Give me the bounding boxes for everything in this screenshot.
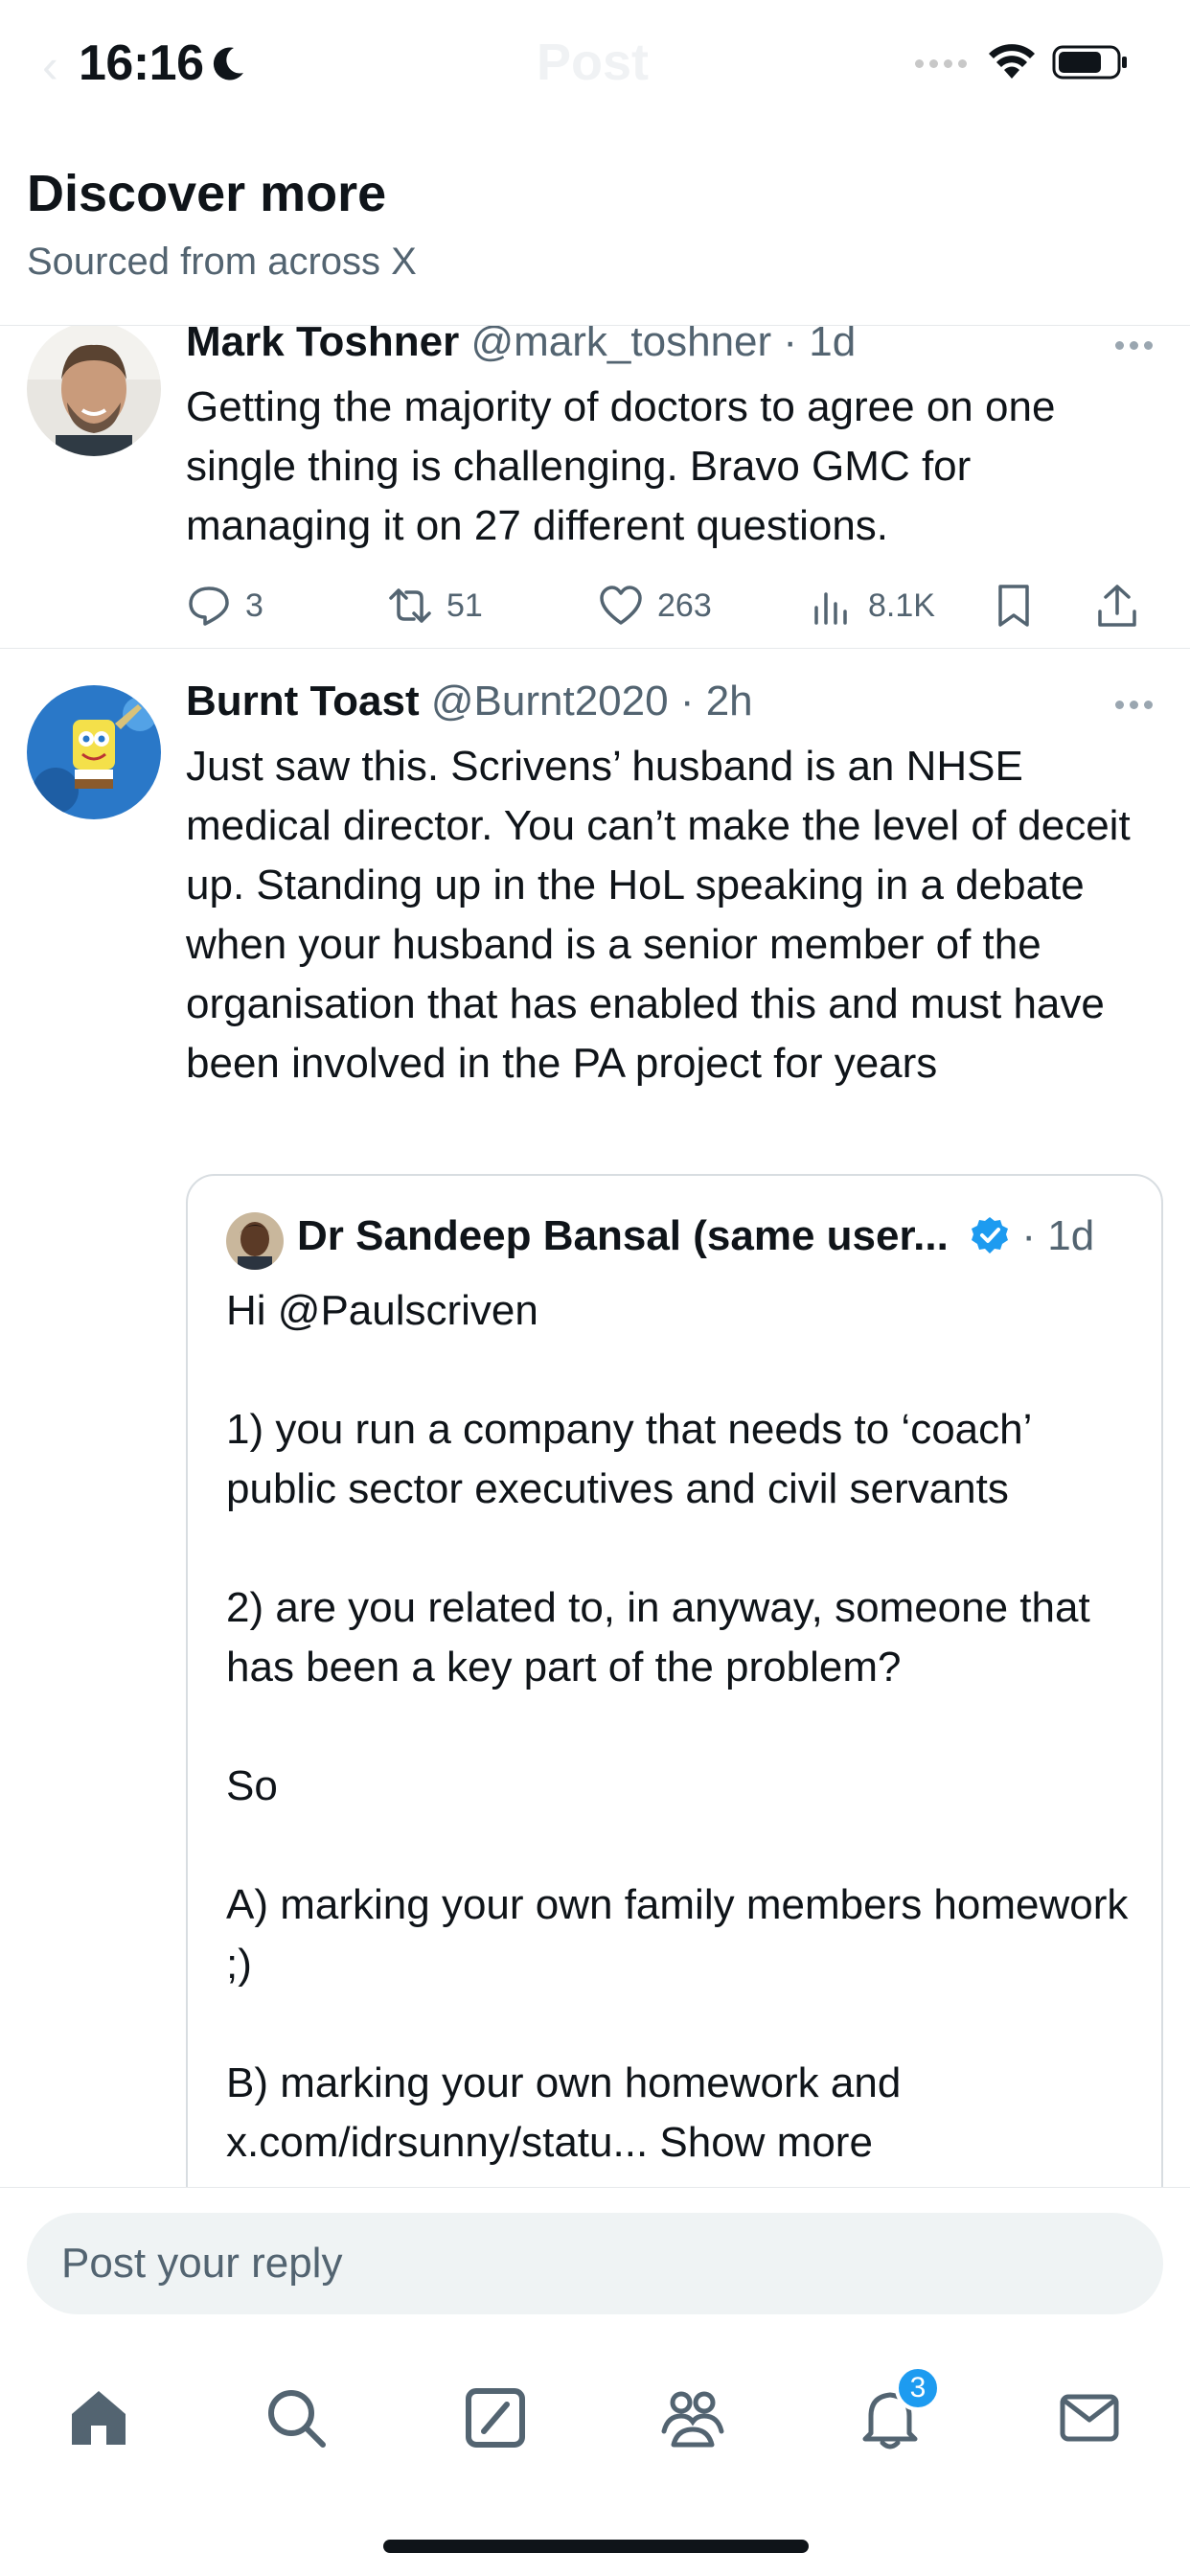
tweet-actions: 3 51 263 8.1K [186, 583, 1163, 640]
battery-icon [1052, 45, 1127, 80]
quote-time[interactable]: 1d [1047, 1212, 1094, 1259]
status-time: 16:16 [79, 35, 204, 91]
tweet-card[interactable]: Burnt Toast @Burnt2020 · 2h Just saw thi… [0, 649, 1190, 2187]
repost-button[interactable]: 51 [387, 583, 483, 629]
moon-icon [213, 47, 243, 80]
separator-dot: · [783, 326, 798, 365]
tweet-header: Burnt Toast @Burnt2020 · 2h [186, 678, 753, 725]
bottom-tab-bar: 3 [0, 2321, 1190, 2576]
grok-icon [466, 2388, 525, 2448]
post-time[interactable]: 2h [706, 678, 753, 724]
tab-communities[interactable] [650, 2375, 736, 2461]
tab-messages[interactable] [1046, 2375, 1133, 2461]
reply-icon [189, 586, 229, 626]
notifications-badge: 3 [895, 2365, 941, 2411]
heart-icon [600, 586, 642, 625]
section-title: Discover more [27, 165, 387, 222]
repost-count: 51 [446, 586, 483, 624]
ghost-page-title: Post [537, 34, 650, 91]
tweet-header: Mark Toshner @mark_toshner · 1d [186, 326, 856, 366]
quote-text: Hi @Paulscriven 1) you run a company tha… [226, 1281, 1146, 2173]
verified-badge-icon [972, 1217, 1009, 1254]
messages-icon [1060, 2394, 1119, 2442]
view-count: 8.1K [868, 586, 935, 624]
separator-dot: · [679, 678, 695, 724]
like-button[interactable]: 263 [598, 583, 712, 629]
communities-icon [661, 2391, 724, 2448]
tab-grok[interactable] [452, 2375, 538, 2461]
share-button[interactable] [1094, 583, 1140, 629]
reply-button[interactable]: 3 [186, 583, 263, 629]
quoted-tweet-card[interactable]: Dr Sandeep Bansal (same user... · 1d Hi … [186, 1174, 1163, 2187]
search-icon [268, 2390, 326, 2448]
views-button[interactable]: 8.1K [809, 583, 935, 629]
more-options-icon[interactable] [1115, 341, 1153, 350]
views-chart-icon [814, 592, 847, 625]
bookmark-button[interactable] [991, 583, 1037, 629]
author-handle[interactable]: @Burnt2020 [431, 678, 669, 724]
bookmark-icon [998, 585, 1029, 627]
reply-count: 3 [245, 586, 263, 624]
like-count: 263 [657, 586, 712, 624]
repost-icon [389, 588, 431, 623]
discover-header: Discover more Sourced from across X [0, 129, 1190, 326]
feed[interactable]: Mark Toshner @mark_toshner · 1d Getting … [0, 326, 1190, 2187]
avatar[interactable] [27, 326, 161, 456]
share-icon [1098, 585, 1136, 627]
wifi-icon [989, 44, 1035, 79]
home-indicator[interactable] [383, 2540, 809, 2553]
reply-bar [0, 2187, 1190, 2321]
quote-author-name[interactable]: Dr Sandeep Bansal (same user... [297, 1212, 949, 1259]
tab-notifications[interactable]: 3 [847, 2365, 941, 2461]
separator-dot: · [1021, 1212, 1036, 1259]
post-time[interactable]: 1d [809, 326, 856, 365]
tweet-text: Just saw this. Scrivens’ husband is an N… [186, 743, 1131, 1087]
back-arrow-icon[interactable]: ‹ [42, 38, 58, 94]
quote-avatar[interactable] [226, 1212, 284, 1270]
author-name[interactable]: Burnt Toast [186, 678, 420, 724]
tweet-text: Getting the majority of doctors to agree… [186, 383, 1056, 549]
show-more-link[interactable]: Show more [648, 2119, 873, 2166]
status-bar: ‹ 16:16 Post [0, 0, 1190, 129]
quote-header: Dr Sandeep Bansal (same user... · 1d [297, 1212, 1094, 1260]
tab-search[interactable] [253, 2375, 339, 2461]
author-handle[interactable]: @mark_toshner [470, 326, 771, 365]
tab-home[interactable] [56, 2375, 142, 2461]
author-name[interactable]: Mark Toshner [186, 326, 459, 365]
section-subtitle: Sourced from across X [27, 241, 417, 283]
more-options-icon[interactable] [1115, 701, 1153, 709]
reply-input[interactable] [27, 2213, 1163, 2314]
quote-body: Hi @Paulscriven 1) you run a company tha… [226, 1287, 1129, 2166]
avatar[interactable] [27, 685, 161, 819]
cellular-signal-icon [915, 59, 967, 68]
home-icon [72, 2391, 126, 2445]
